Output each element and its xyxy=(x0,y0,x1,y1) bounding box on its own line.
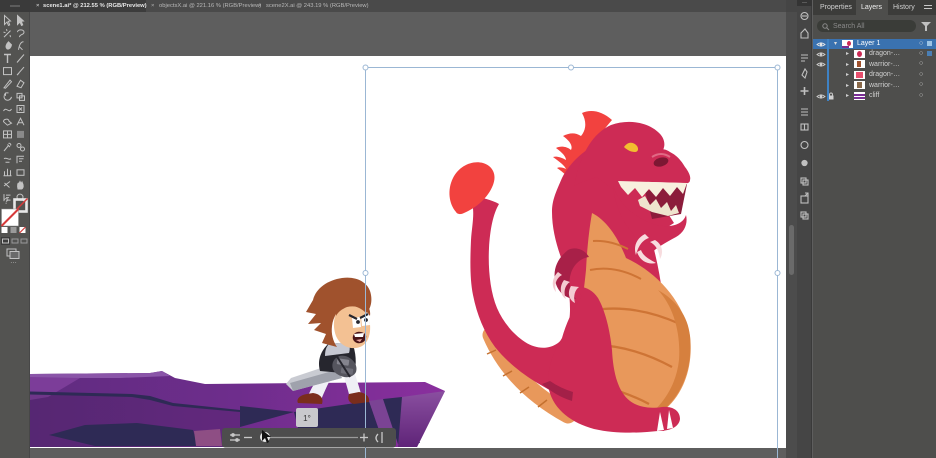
svg-text:?: ? xyxy=(4,197,9,206)
svg-text:1°: 1° xyxy=(303,414,311,423)
